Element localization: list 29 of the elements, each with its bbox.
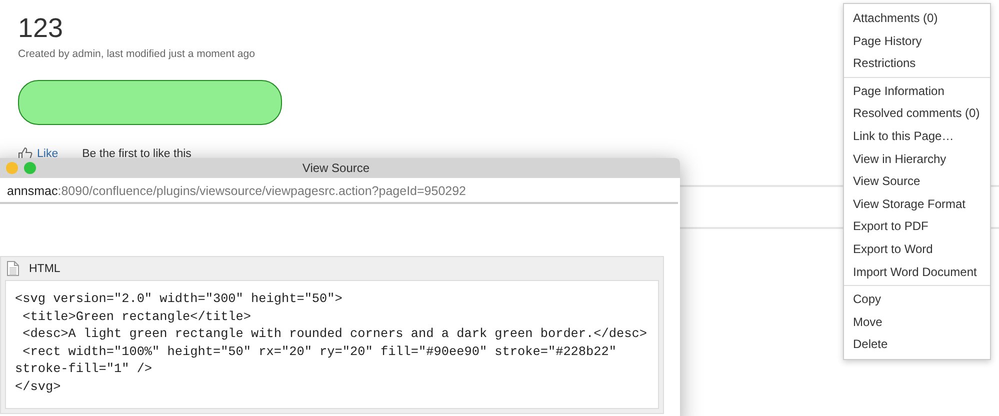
code-line: stroke-fill="1" /> [15,360,154,378]
menu-item[interactable]: Move [844,310,990,334]
menu-item[interactable]: View Source [844,170,990,193]
code-line: </svg> [15,378,62,395]
code-line: <rect width="100%" height="50" rx="20" ry="20" fill="#90ee90" stroke="#228b22" [22,342,618,360]
menu-item[interactable]: View Storage Format [844,192,990,216]
menu-item[interactable]: Attachments (0) [844,7,990,30]
document-icon [7,261,19,276]
panel-title: HTML [29,262,60,274]
like-note: Be the first to like this [82,148,192,160]
code-line: <svg version="2.0" width="300" height="50"> [15,290,344,308]
like-link[interactable]: Like [37,148,58,160]
menu-item[interactable]: Export to Word [844,238,990,261]
menu-item[interactable]: Restrictions [844,52,990,75]
menu-item[interactable]: Delete [844,333,990,356]
menu-item[interactable]: Link to this Page… [844,124,990,148]
menu-item[interactable]: Copy [844,288,990,311]
menu-item[interactable]: Export to PDF [844,215,990,238]
menu-item[interactable]: Page History [844,30,990,52]
code-line: <desc>A light green rectangle with rounded corners and a dark green border.</desc> [22,325,648,342]
menu-item[interactable]: View in Hierarchy [844,148,990,170]
menu-item[interactable]: Page Information [844,80,990,102]
address-bar[interactable]: annsmac:8090/confluence/plugins/viewsource/viewpagesrc.action?pageId=950292 [0,180,678,204]
window-title: View Source [302,161,370,175]
menu-item[interactable]: Import Word Document [844,260,990,284]
code-line: <title>Green rectangle</title> [22,308,252,325]
menu-item[interactable]: Resolved comments (0) [844,102,990,125]
page-byline: Created by admin, last modified just a moment ago [18,48,256,60]
page-title: 123 [18,12,64,44]
